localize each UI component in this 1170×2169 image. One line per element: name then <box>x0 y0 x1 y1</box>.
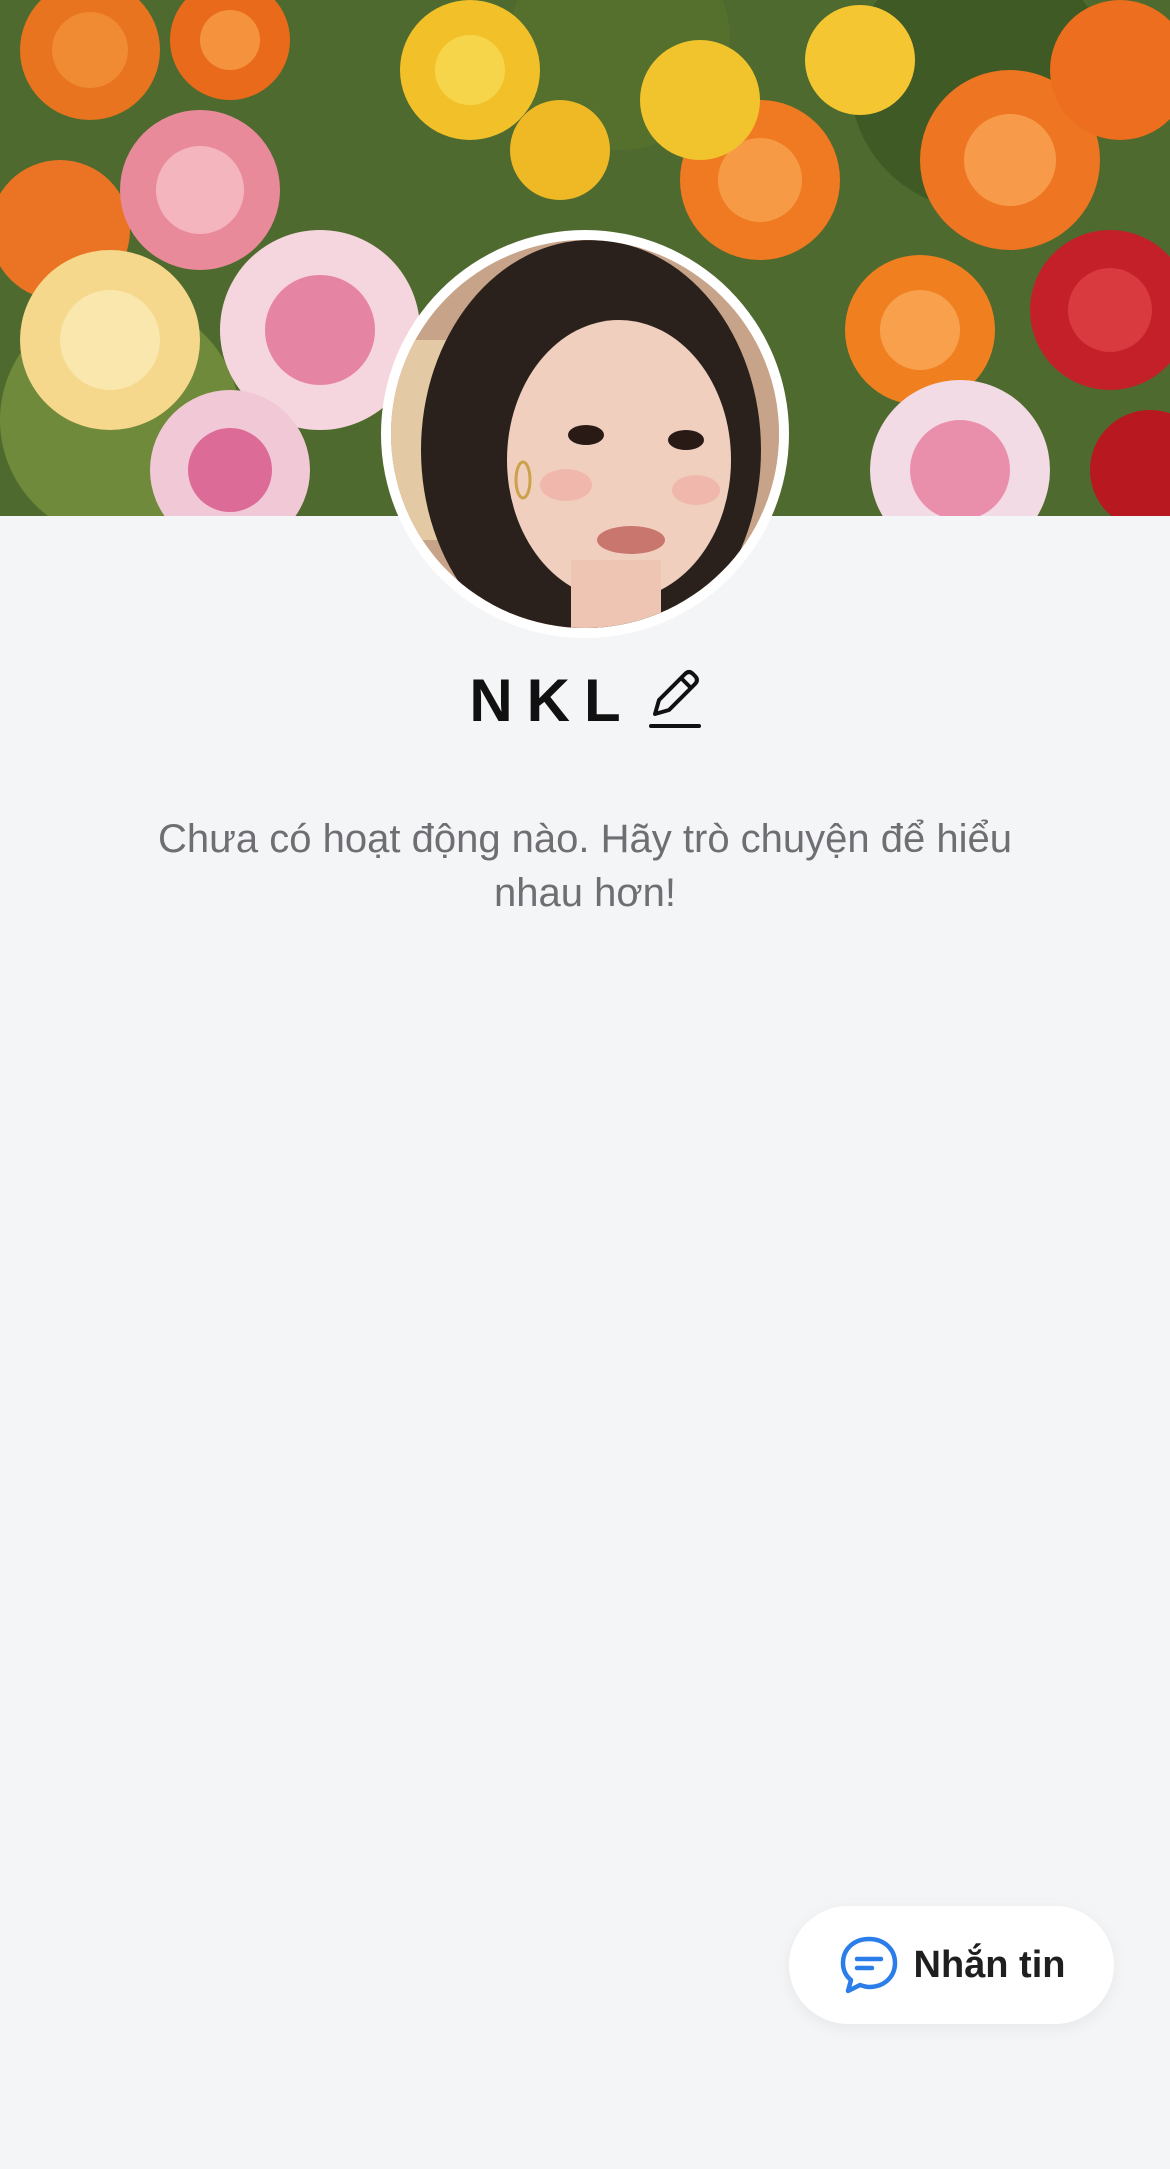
profile-name-row: NKL <box>0 660 1170 740</box>
avatar-image <box>391 240 779 628</box>
profile-name: NKL <box>469 666 635 734</box>
message-button[interactable]: Nhắn tin <box>789 1906 1114 2024</box>
avatar[interactable] <box>381 230 789 638</box>
empty-activity-message: Chưa có hoạt động nào. Hãy trò chuyện để… <box>157 817 1013 915</box>
pencil-icon[interactable] <box>645 668 701 732</box>
avatar-photo <box>391 240 779 628</box>
chat-bubble-icon <box>838 1934 900 1996</box>
message-button-label: Nhắn tin <box>913 1943 1066 1986</box>
